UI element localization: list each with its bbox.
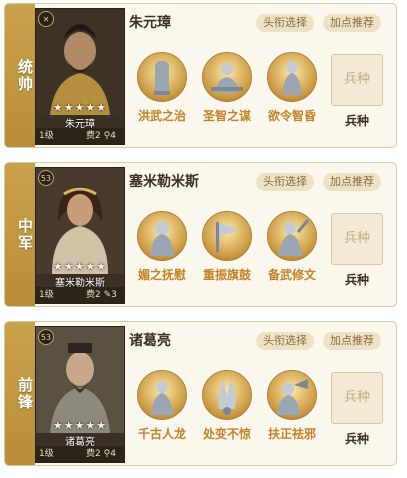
skill-label: 洪武之治: [137, 109, 186, 123]
troop-label: 兵种: [344, 432, 369, 446]
title-select-button[interactable]: 头衔选择: [256, 173, 314, 191]
level-text: 1级: [39, 131, 54, 141]
general-portrait[interactable]: ✕ ★★★★★ 朱元璋 1级 费2 ⚲4: [35, 8, 125, 145]
skill-1[interactable]: 千古人龙: [132, 370, 192, 442]
skill-1[interactable]: 洪武之治: [132, 52, 192, 124]
level-text: 1级: [39, 449, 54, 459]
skill-3[interactable]: 扶正祛邪: [262, 370, 322, 442]
skill-icon: [202, 211, 252, 261]
skill-label: 媚之抚慰: [137, 268, 186, 282]
cost-text: 费2 ⚲4: [86, 446, 116, 462]
general-card-3: 前锋 53 ★★★★★ 诸葛亮 1级 费2 ⚲4 诸葛亮 头衔选择 加点推荐 千…: [4, 321, 397, 466]
points-recommend-button[interactable]: 加点推荐: [323, 332, 381, 350]
level-badge-icon: 53: [38, 329, 54, 345]
skill-1[interactable]: 媚之抚慰: [132, 211, 192, 283]
general-portrait[interactable]: 53 ★★★★★ 塞米勒米斯 1级 费2 ✎3: [35, 167, 125, 304]
skill-label: 圣智之谋: [202, 109, 251, 123]
general-portrait[interactable]: 53 ★★★★★ 诸葛亮 1级 费2 ⚲4: [35, 326, 125, 463]
extra-value: 4: [110, 131, 116, 141]
level-badge-icon: 53: [38, 170, 54, 186]
position-tab: 中军: [5, 163, 35, 306]
skill-2[interactable]: 圣智之谋: [197, 52, 257, 124]
close-badge-icon[interactable]: ✕: [38, 11, 54, 27]
points-recommend-button[interactable]: 加点推荐: [323, 173, 381, 191]
star-rating: ★★★★★: [52, 101, 108, 114]
general-card-1: 统帅 ✕ ★★★★★ 朱元璋 1级 费2 ⚲4 朱元璋 头衔选择 加点推荐 洪武…: [4, 3, 397, 148]
portrait-info-bar: 1级 费2 ⚲4: [36, 446, 124, 462]
skill-3[interactable]: 备武修文: [262, 211, 322, 283]
position-label: 中军: [16, 218, 34, 252]
skill-icon: [267, 52, 317, 102]
general-card-2: 中军 53 ★★★★★ 塞米勒米斯 1级 费2 ✎3 塞米勒米斯 头衔选择 加点…: [4, 162, 397, 307]
position-tab: 前锋: [5, 322, 35, 465]
points-recommend-button[interactable]: 加点推荐: [323, 14, 381, 32]
position-tab: 统帅: [5, 4, 35, 147]
skill-label: 扶正祛邪: [267, 427, 316, 441]
troop-label: 兵种: [344, 114, 369, 128]
troop-slot[interactable]: 兵种: [331, 213, 383, 265]
skill-label: 备武修文: [267, 268, 316, 282]
skill-label: 千古人龙: [137, 427, 186, 441]
skill-icon: [202, 370, 252, 420]
skill-icon: [202, 52, 252, 102]
general-name: 诸葛亮: [129, 333, 171, 349]
cost-text: 费2 ✎3: [86, 287, 117, 303]
general-name: 朱元璋: [129, 15, 171, 31]
skill-label: 欲令智昏: [267, 109, 316, 123]
portrait-info-bar: 1级 费2 ⚲4: [36, 128, 124, 144]
extra-value: 3: [111, 290, 117, 300]
skill-icon: [137, 211, 187, 261]
skill-icon: [137, 52, 187, 102]
skill-2[interactable]: 重振旗鼓: [197, 211, 257, 283]
skill-icon: [137, 370, 187, 420]
portrait-info-bar: 1级 费2 ✎3: [36, 287, 124, 303]
cost-value: 费2: [86, 290, 101, 300]
title-select-button[interactable]: 头衔选择: [256, 332, 314, 350]
position-label: 统帅: [16, 59, 34, 93]
troop-label: 兵种: [344, 273, 369, 287]
level-text: 1级: [39, 290, 54, 300]
cost-text: 费2 ⚲4: [86, 128, 116, 144]
cost-value: 费2: [86, 449, 101, 459]
star-rating: ★★★★★: [52, 419, 108, 432]
skill-label: 处变不惊: [202, 427, 251, 441]
general-name: 塞米勒米斯: [129, 174, 199, 190]
extra-value: 4: [110, 449, 116, 459]
skill-icon: [267, 211, 317, 261]
troop-slot[interactable]: 兵种: [331, 54, 383, 106]
cost-value: 费2: [86, 131, 101, 141]
skill-icon: [267, 370, 317, 420]
skill-2[interactable]: 处变不惊: [197, 370, 257, 442]
star-rating: ★★★★★: [52, 260, 108, 273]
position-label: 前锋: [16, 377, 34, 411]
troop-slot[interactable]: 兵种: [331, 372, 383, 424]
skill-3[interactable]: 欲令智昏: [262, 52, 322, 124]
title-select-button[interactable]: 头衔选择: [256, 14, 314, 32]
skill-label: 重振旗鼓: [202, 268, 251, 282]
